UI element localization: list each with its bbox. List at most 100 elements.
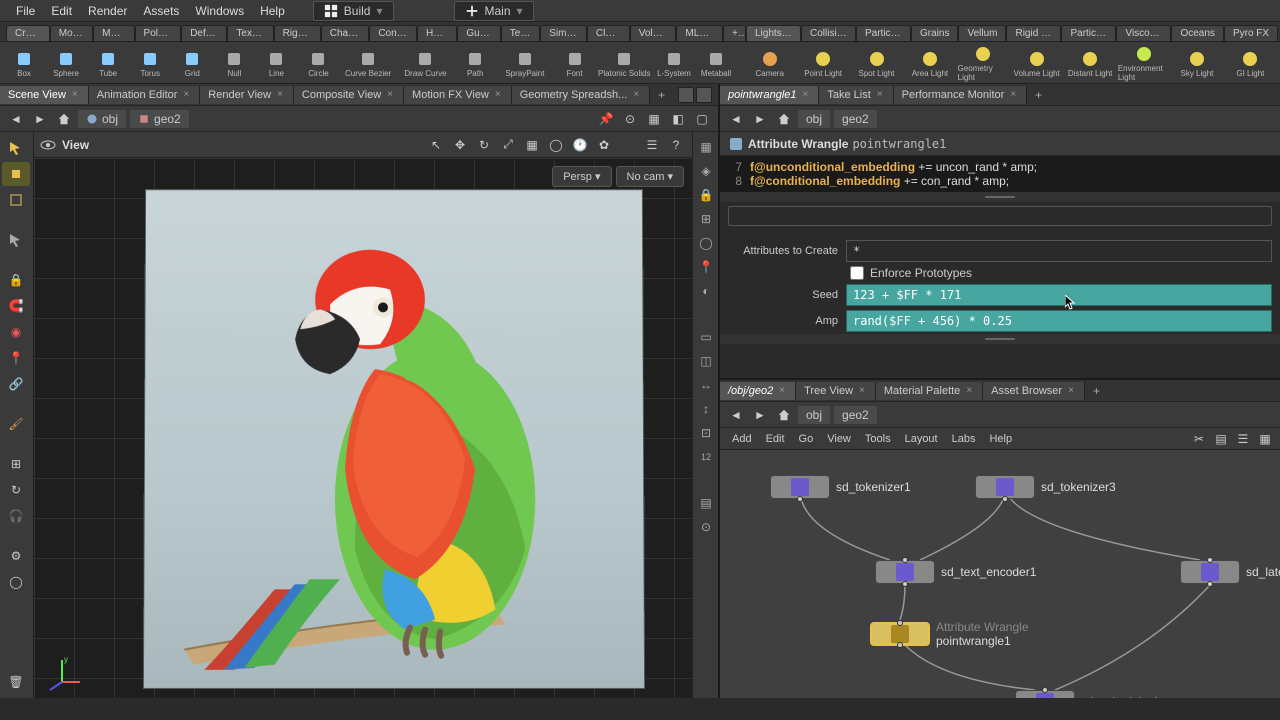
shelf-tool-camera[interactable]: Camera: [744, 44, 795, 82]
shelf-tab[interactable]: Volume: [630, 25, 677, 41]
close-icon[interactable]: ×: [875, 89, 885, 100]
shelf-tab[interactable]: Grains: [911, 25, 958, 41]
net-menu-layout[interactable]: Layout: [899, 431, 944, 447]
select-tool[interactable]: [2, 136, 30, 160]
node-sd-tokenizer3[interactable]: sd_tokenizer3: [975, 475, 1116, 499]
net-menu-labs[interactable]: Labs: [946, 431, 982, 447]
shelf-add-button[interactable]: +: [723, 25, 746, 41]
node-sd-late[interactable]: sd_late: [1180, 560, 1280, 584]
code-divider[interactable]: [720, 192, 1280, 202]
shelf-tab[interactable]: Rigging: [274, 25, 321, 41]
trash-icon[interactable]: 🗑: [2, 670, 30, 694]
shelf-tab[interactable]: Lights and...: [746, 25, 801, 41]
shelf-tool-line[interactable]: Line: [256, 44, 296, 82]
pin-icon[interactable]: 📍: [2, 346, 30, 370]
path-seg-geo2[interactable]: geo2: [130, 110, 189, 128]
shelf-tab[interactable]: Guid...: [457, 25, 500, 41]
shelf-tool-circle[interactable]: Circle: [298, 44, 338, 82]
home-icon[interactable]: [774, 109, 794, 129]
close-icon[interactable]: ×: [1066, 385, 1076, 396]
marker-icon[interactable]: 📍: [695, 256, 717, 278]
pane-max-btn[interactable]: [696, 87, 712, 103]
menu-render[interactable]: Render: [80, 2, 135, 20]
tab-take-list[interactable]: Take List×: [819, 86, 893, 104]
desktop-selector[interactable]: Build ▾: [313, 1, 394, 21]
menu-file[interactable]: File: [8, 2, 43, 20]
attrs-value-field[interactable]: *: [846, 240, 1272, 262]
net-menu-tools[interactable]: Tools: [859, 431, 897, 447]
clock-icon[interactable]: 🕐: [570, 135, 590, 155]
node-pointwrangle1[interactable]: Attribute Wrangle pointwrangle1: [870, 620, 1029, 648]
shelf-tab[interactable]: Collisions: [801, 25, 856, 41]
network-canvas[interactable]: sd_tokenizer1 sd_tokenizer3 sd_text_enco…: [720, 450, 1280, 698]
shelf-tool-metaball[interactable]: Metaball: [696, 44, 736, 82]
shelf-tab[interactable]: Clou...: [587, 25, 630, 41]
shelf-tab[interactable]: Oceans: [1171, 25, 1223, 41]
shelf-tab[interactable]: Pyro FX: [1224, 25, 1278, 41]
shelf-tab[interactable]: Vellum: [958, 25, 1006, 41]
shelf-tool-gi-light[interactable]: GI Light: [1225, 44, 1276, 82]
shelf-tab[interactable]: Const...: [369, 25, 417, 41]
pane-layout-btn[interactable]: [678, 87, 694, 103]
close-icon[interactable]: ×: [857, 385, 867, 396]
shelf-tool-area-light[interactable]: Area Light: [904, 44, 955, 82]
pane-tab[interactable]: Render View×: [200, 86, 294, 104]
pane-tab[interactable]: Animation Editor×: [89, 86, 201, 104]
shade-icon[interactable]: ◐: [695, 280, 717, 302]
path-pin-icon[interactable]: 📌: [596, 109, 616, 129]
shelf-tab[interactable]: MLOPs: [676, 25, 723, 41]
net-menu-view[interactable]: View: [821, 431, 857, 447]
shelf-tab[interactable]: Terr...: [501, 25, 541, 41]
display-icon-1[interactable]: ▦: [695, 136, 717, 158]
tab-perf-monitor[interactable]: Performance Monitor×: [894, 86, 1028, 104]
shelf-tab[interactable]: Model: [93, 25, 134, 41]
path-btn2[interactable]: ◧: [668, 109, 688, 129]
magnet-icon[interactable]: 🧲: [2, 294, 30, 318]
menu-edit[interactable]: Edit: [43, 2, 80, 20]
rec-icon[interactable]: ◯: [546, 135, 566, 155]
close-icon[interactable]: ×: [493, 89, 503, 100]
vp-icon-4[interactable]: ↕: [695, 398, 717, 420]
shelf-tool-spraypaint[interactable]: SprayPaint: [497, 44, 552, 82]
shelf-tool-box[interactable]: Box: [4, 44, 44, 82]
add-tab-button[interactable]: +: [1085, 382, 1108, 400]
gear-icon[interactable]: ⚙: [2, 544, 30, 568]
viewport-canvas[interactable]: Persp ▾ No cam ▾: [34, 158, 692, 698]
menu-assets[interactable]: Assets: [135, 2, 187, 20]
path-btn3[interactable]: ▢: [692, 109, 712, 129]
amp-field[interactable]: rand($FF + 456) * 0.25: [846, 310, 1272, 332]
net-tool-4[interactable]: ▦: [1256, 430, 1274, 448]
lock-icon[interactable]: 🔒: [2, 268, 30, 292]
nav-fwd-icon[interactable]: ►: [30, 109, 50, 129]
pane-tab[interactable]: Motion FX View×: [404, 86, 512, 104]
nav-fwd-icon[interactable]: ►: [750, 405, 770, 425]
net-tool-3[interactable]: ☰: [1234, 430, 1252, 448]
pane-tab[interactable]: Composite View×: [294, 86, 404, 104]
shelf-tab[interactable]: Chara...: [321, 25, 370, 41]
path-btn1[interactable]: ▦: [644, 109, 664, 129]
shelf-tool-draw-curve[interactable]: Draw Curve: [398, 44, 453, 82]
pane-tab[interactable]: Scene View×: [0, 86, 89, 104]
film-icon[interactable]: ▦: [522, 135, 542, 155]
shelf-tool-platonic-solids[interactable]: Platonic Solids: [597, 44, 652, 82]
vp-icon-2[interactable]: ◫: [695, 350, 717, 372]
close-icon[interactable]: ×: [385, 89, 395, 100]
sphere-icon[interactable]: ◯: [2, 570, 30, 594]
vp-icon-6[interactable]: 12: [695, 446, 717, 468]
vp-icon-3[interactable]: ↔: [695, 374, 717, 396]
tab-tree-view[interactable]: Tree View×: [796, 382, 876, 400]
shelf-tool-sky-light[interactable]: Sky Light: [1171, 44, 1222, 82]
close-icon[interactable]: ×: [1008, 89, 1018, 100]
expression-field[interactable]: [728, 206, 1272, 226]
shelf-tool-geometry-light[interactable]: Geometry Light: [958, 44, 1009, 82]
nav-back-icon[interactable]: ◄: [6, 109, 26, 129]
vp-icon-1[interactable]: ▭: [695, 326, 717, 348]
sphere2-icon[interactable]: ◯: [695, 232, 717, 254]
tab-asset-browser[interactable]: Asset Browser×: [983, 382, 1085, 400]
path-seg-obj[interactable]: obj: [78, 110, 126, 128]
shelf-tool-point-light[interactable]: Point Light: [797, 44, 848, 82]
scene-selector[interactable]: Main ▾: [454, 1, 534, 21]
net-tool-1[interactable]: ✂: [1190, 430, 1208, 448]
rotate-icon[interactable]: ↻: [474, 135, 494, 155]
close-icon[interactable]: ×: [631, 89, 641, 100]
